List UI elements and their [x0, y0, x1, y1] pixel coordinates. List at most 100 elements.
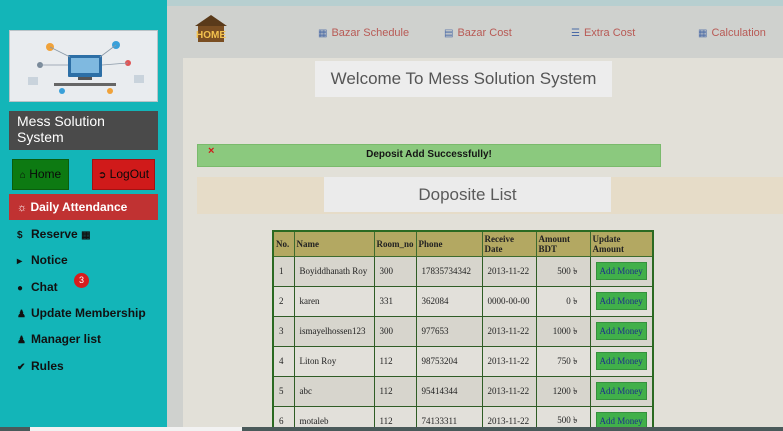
- cell-name: abc: [293, 375, 375, 407]
- tech-illustration-icon: [10, 31, 157, 101]
- add-money-button[interactable]: Add Money: [595, 382, 647, 400]
- table-header-row: No. Name Room_no Phone Receive Date Amou…: [272, 230, 654, 257]
- table-row: 1 Boyiddhanath Roy 300 17835734342 2013-…: [272, 255, 654, 287]
- sidebar-banner-image: [9, 30, 158, 102]
- cell-action: Add Money: [589, 285, 654, 317]
- cell-phone: 95414344: [415, 375, 483, 407]
- cell-amount: 0 ৳: [535, 285, 591, 317]
- cell-no: 1: [272, 255, 295, 287]
- nav-label: Bazar Cost: [457, 27, 512, 39]
- column-header-no: No.: [272, 230, 295, 257]
- cell-date: 0000-00-00: [481, 285, 537, 317]
- sidebar-item-manager-list[interactable]: ♟ Manager list: [17, 331, 101, 349]
- cell-name: ismayelhossen123: [293, 315, 375, 347]
- cell-room: 112: [373, 375, 417, 407]
- column-header-amount: Amount BDT: [535, 230, 591, 257]
- bars-icon: ☰: [571, 28, 580, 39]
- sidebar-item-label: Chat: [31, 280, 58, 294]
- nav-bazar-cost[interactable]: ▤ Bazar Cost: [444, 27, 512, 40]
- nav-calculation[interactable]: ▦ Calculation: [698, 27, 766, 40]
- cell-amount: 500 ৳: [535, 255, 591, 287]
- check-circle-icon: ✔: [17, 362, 26, 373]
- column-header-phone: Phone: [415, 230, 483, 257]
- nav-label: Bazar Schedule: [331, 27, 410, 39]
- dollar-icon: $: [17, 230, 23, 241]
- cell-amount: 1000 ৳: [535, 315, 591, 347]
- add-money-button[interactable]: Add Money: [595, 292, 647, 310]
- cell-date: 2013-11-22: [481, 375, 537, 407]
- add-money-button[interactable]: Add Money: [595, 262, 647, 280]
- nav-bazar-schedule[interactable]: ▦ Bazar Schedule: [318, 27, 409, 40]
- cell-amount: 750 ৳: [535, 345, 591, 377]
- nav-label: Extra Cost: [583, 27, 636, 39]
- home-logo[interactable]: HOME: [193, 13, 229, 43]
- cell-no: 5: [272, 375, 295, 407]
- cell-name: karen: [293, 285, 375, 317]
- calculator-icon: ▦: [81, 230, 91, 241]
- user-plus-icon: ♟: [17, 309, 26, 320]
- cell-phone: 362084: [415, 285, 483, 317]
- logout-button[interactable]: ➲ LogOut: [92, 159, 155, 190]
- chat-notification-badge: 3: [74, 273, 89, 288]
- cell-action: Add Money: [589, 255, 654, 287]
- home-button[interactable]: ⌂ Home: [12, 159, 69, 190]
- cell-no: 2: [272, 285, 295, 317]
- cell-phone: 17835734342: [415, 255, 483, 287]
- sidebar-item-label: Update Membership: [31, 306, 146, 320]
- close-icon[interactable]: ×: [208, 144, 214, 159]
- sign-out-icon: ➲: [97, 170, 107, 181]
- house-logo-icon: HOME: [195, 15, 227, 42]
- cell-date: 2013-11-22: [481, 315, 537, 347]
- cell-no: 3: [272, 315, 295, 347]
- list-icon: ▤: [444, 28, 454, 39]
- column-header-room: Room_no: [373, 230, 417, 257]
- column-header-receive-date: Receive Date: [481, 230, 537, 257]
- add-money-button[interactable]: Add Money: [595, 322, 647, 340]
- success-alert: × Deposit Add Successfully!: [197, 144, 661, 167]
- sidebar-item-reserve[interactable]: $ Reserve ▦: [17, 226, 91, 244]
- daily-attendance-button[interactable]: ☼ Daily Attendance: [9, 194, 158, 220]
- sidebar-item-update-membership[interactable]: ♟ Update Membership: [17, 305, 146, 323]
- alert-message: Deposit Add Successfully!: [366, 149, 492, 160]
- cell-date: 2013-11-22: [481, 345, 537, 377]
- page-title: Doposite List: [324, 177, 611, 212]
- users-icon: ♟: [17, 335, 26, 346]
- comment-icon: ●: [17, 283, 24, 294]
- sidebar-item-rules[interactable]: ✔ Rules: [17, 358, 64, 376]
- sun-icon: ☼: [17, 202, 28, 214]
- table-row: 2 karen 331 362084 0000-00-00 0 ৳ Add Mo…: [272, 285, 654, 317]
- column-header-name: Name: [293, 230, 375, 257]
- sidebar-item-label: Manager list: [31, 332, 102, 346]
- calculator-icon: ▦: [698, 28, 708, 39]
- home-button-label: Home: [29, 167, 62, 181]
- cell-phone: 977653: [415, 315, 483, 347]
- cell-name: Boyiddhanath Roy: [293, 255, 375, 287]
- cell-room: 112: [373, 345, 417, 377]
- calendar-icon: ▦: [318, 28, 328, 39]
- column-header-update-amount: Update Amount: [589, 230, 654, 257]
- cell-room: 300: [373, 315, 417, 347]
- nav-label: Calculation: [711, 27, 766, 39]
- scrollbar-thumb[interactable]: [30, 427, 242, 431]
- daily-attendance-label: Daily Attendance: [30, 200, 128, 214]
- cell-room: 300: [373, 255, 417, 287]
- cell-amount: 1200 ৳: [535, 375, 591, 407]
- table-row: 4 Liton Roy 112 98753204 2013-11-22 750 …: [272, 345, 654, 377]
- cell-action: Add Money: [589, 345, 654, 377]
- table-row: 5 abc 112 95414344 2013-11-22 1200 ৳ Add…: [272, 375, 654, 407]
- add-money-button[interactable]: Add Money: [595, 352, 647, 370]
- deposit-table: No. Name Room_no Phone Receive Date Amou…: [272, 230, 654, 431]
- sidebar-item-chat[interactable]: ● Chat: [17, 279, 58, 297]
- home-icon: ⌂: [19, 170, 26, 181]
- sidebar-item-notice[interactable]: ▸ Notice: [17, 252, 68, 270]
- cell-room: 331: [373, 285, 417, 317]
- logout-button-label: LogOut: [109, 167, 150, 181]
- cell-date: 2013-11-22: [481, 255, 537, 287]
- bullhorn-icon: ▸: [17, 256, 23, 267]
- cell-no: 4: [272, 345, 295, 377]
- nav-extra-cost[interactable]: ☰ Extra Cost: [571, 27, 635, 40]
- sidebar-item-label: Rules: [31, 359, 64, 373]
- sidebar-item-label: Reserve: [31, 227, 78, 241]
- svg-text:HOME: HOME: [196, 30, 226, 41]
- system-title: Mess Solution System: [9, 111, 158, 150]
